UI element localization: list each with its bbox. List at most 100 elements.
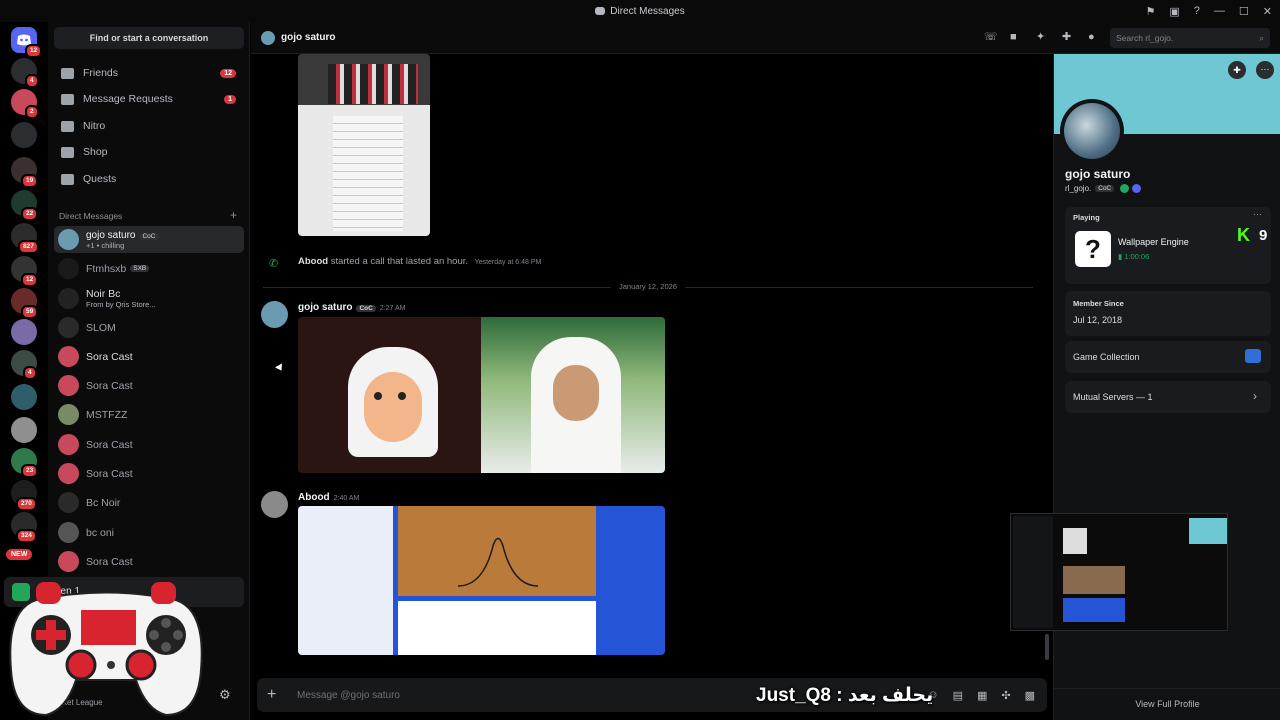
dm-name: MSTFZZ: [86, 408, 128, 421]
server-icon[interactable]: 270: [11, 480, 37, 511]
image-attachment[interactable]: [298, 54, 430, 236]
nav-label: Shop: [83, 146, 108, 158]
close-button[interactable]: ✕: [1263, 5, 1272, 18]
nav-quests[interactable]: Quests: [56, 167, 242, 191]
minimize-button[interactable]: —: [1214, 5, 1225, 17]
video-call-icon[interactable]: ■: [1010, 31, 1022, 43]
more-icon[interactable]: ···: [1253, 209, 1262, 219]
dm-name: gojo saturo: [86, 229, 136, 241]
kick-viewer-count: 9: [1259, 227, 1268, 244]
dm-item[interactable]: Sora Cast: [54, 460, 244, 487]
server-icon[interactable]: [11, 319, 37, 345]
add-friends-icon[interactable]: ✚: [1062, 31, 1074, 43]
dm-item[interactable]: Sora Cast: [54, 343, 244, 370]
image-attachment[interactable]: [298, 506, 665, 655]
nav-friends[interactable]: Friends 12: [56, 61, 242, 85]
dm-item[interactable]: Bc Noir: [54, 489, 244, 516]
new-servers-pill[interactable]: NEW: [6, 549, 33, 560]
gif-icon[interactable]: ▤: [953, 689, 963, 702]
server-icon[interactable]: [11, 122, 37, 148]
server-icon[interactable]: 19: [11, 157, 39, 188]
dm-item[interactable]: MSTFZZ: [54, 401, 244, 428]
mutual-servers-row[interactable]: Mutual Servers — 1 ›: [1065, 381, 1271, 413]
window-titlebar: Direct Messages: [0, 0, 1280, 22]
chat-scrollbar[interactable]: [1045, 634, 1049, 660]
server-badge: 4: [25, 74, 39, 88]
server-badge: 2: [25, 105, 39, 119]
nitro-badge-icon[interactable]: [1132, 184, 1142, 193]
nav-message-requests[interactable]: Message Requests 1: [56, 87, 242, 111]
server-icon[interactable]: 23: [11, 448, 39, 478]
nav-shop[interactable]: Shop: [56, 140, 242, 164]
avatar[interactable]: [261, 491, 288, 518]
nav-nitro[interactable]: Nitro: [56, 114, 242, 138]
server-icon[interactable]: 2: [11, 89, 39, 119]
game-collection-row[interactable]: Game Collection: [1065, 341, 1271, 373]
clan-tag: CoC: [356, 305, 376, 312]
kick-logo-icon: K: [1237, 225, 1250, 245]
server-icon[interactable]: 324: [11, 512, 37, 543]
dm-item[interactable]: bc oni: [54, 519, 244, 546]
gamepad-overlay-icon: [9, 582, 203, 717]
dm-item[interactable]: Noir Bc From by Qris Store...: [54, 285, 244, 312]
badge-icon[interactable]: [1120, 184, 1130, 193]
dm-item[interactable]: Sora Cast: [54, 372, 244, 399]
create-dm-plus-icon[interactable]: +: [230, 208, 237, 222]
find-conversation-button[interactable]: Find or start a conversation: [54, 27, 244, 49]
server-icon[interactable]: 59: [11, 288, 39, 319]
stream-preview-thumbnail[interactable]: [1010, 513, 1228, 631]
message-input[interactable]: Message @gojo saturo: [297, 690, 400, 701]
photo-image: [481, 317, 665, 473]
attach-plus-icon[interactable]: +: [267, 686, 283, 704]
server-icon[interactable]: 4: [11, 58, 39, 88]
maximize-button[interactable]: ☐: [1239, 5, 1249, 18]
server-icon[interactable]: 4: [11, 350, 37, 380]
call-text: started a call that lasted an hour.: [330, 256, 469, 267]
dm-item[interactable]: gojo saturo CoC +1 • chilling: [54, 226, 244, 253]
dm-name: Sora Cast: [86, 555, 133, 568]
clan-tag: CoC: [1095, 185, 1115, 192]
search-input[interactable]: Search rl_gojo. ⌕: [1110, 28, 1270, 48]
screen-icon[interactable]: ▣: [1169, 5, 1179, 18]
timestamp: 2:40 AM: [333, 495, 360, 502]
help-icon[interactable]: ?: [1194, 5, 1200, 17]
home-dm-button[interactable]: 12: [11, 27, 43, 58]
channel-name: gojo saturo: [281, 32, 336, 43]
inbox-flag-icon[interactable]: ⚑: [1146, 5, 1156, 18]
server-icon[interactable]: 22: [11, 190, 39, 221]
member-since-label: Member Since: [1073, 299, 1124, 308]
server-icon[interactable]: [11, 417, 37, 443]
message-list: ✆ Abood started a call that lasted an ho…: [251, 54, 1053, 674]
view-full-profile-link[interactable]: View Full Profile: [1054, 699, 1280, 709]
image-attachment[interactable]: [298, 317, 665, 473]
dm-name: Noir Bc: [86, 288, 121, 300]
avatar[interactable]: [261, 301, 288, 328]
user-profile-icon[interactable]: ●: [1088, 31, 1100, 43]
screenshot-form-panel: [398, 601, 596, 655]
gift-icon[interactable]: ▩: [1025, 689, 1035, 702]
settings-gear-icon[interactable]: ⚙: [219, 687, 231, 703]
message-author[interactable]: gojo saturo: [298, 302, 352, 313]
apps-icon[interactable]: ✣: [1001, 689, 1010, 702]
chat-header: gojo saturo ☏ ■ ✦ ✚ ● Search rl_gojo. ⌕: [251, 22, 1280, 54]
pin-icon[interactable]: ✦: [1036, 31, 1048, 43]
message-header: gojo saturo CoC 2:27 AM: [298, 302, 406, 313]
server-badge: 19: [21, 174, 39, 188]
game-time: 1:00:06: [1124, 252, 1150, 261]
server-icon[interactable]: 827: [11, 223, 39, 254]
more-options-icon[interactable]: ···: [1256, 61, 1274, 79]
game-elapsed: ▮ 1:00:06: [1118, 252, 1149, 261]
dm-item[interactable]: SLOM: [54, 314, 244, 341]
dm-item[interactable]: Sora Cast: [54, 548, 244, 575]
sticker-icon[interactable]: ▦: [977, 689, 987, 702]
add-friend-icon[interactable]: ✚: [1228, 61, 1246, 79]
voice-call-icon[interactable]: ☏: [984, 31, 998, 43]
server-icon[interactable]: [11, 384, 37, 410]
profile-avatar[interactable]: [1060, 99, 1124, 163]
dm-item[interactable]: Sora Cast: [54, 431, 244, 458]
message-author[interactable]: Abood: [298, 492, 330, 503]
dm-item[interactable]: Ftmhsxb SXB: [54, 255, 244, 282]
server-icon[interactable]: 12: [11, 256, 39, 287]
clan-tag: CoC: [139, 232, 159, 240]
profile-display-name: gojo saturo: [1065, 167, 1131, 181]
